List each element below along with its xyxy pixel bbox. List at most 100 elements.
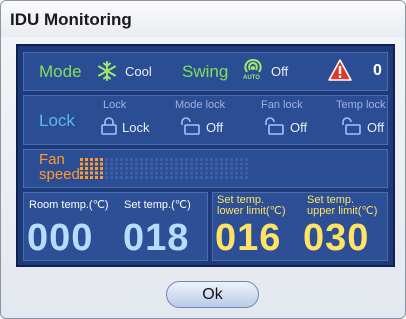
fan-speed-dot: [185, 171, 188, 175]
fan-speed-dot: [95, 167, 98, 170]
fan-speed-dot: [195, 176, 198, 179]
lock-value: Lock: [122, 120, 150, 135]
mode-label: Mode: [39, 62, 82, 81]
fan-speed-dot: [125, 176, 128, 179]
fan-speed-dot: [140, 162, 143, 166]
fan-speed-dot: [115, 167, 118, 170]
fan-speed-dot: [205, 162, 208, 166]
fan-speed-dot: [220, 171, 223, 175]
fan-speed-dot: [245, 158, 248, 161]
fan-speed-dot: [105, 167, 108, 170]
fan-speed-dot: [235, 171, 238, 175]
fan-speed-dot: [80, 162, 83, 166]
fan-speed-dot: [205, 176, 208, 179]
fan-speed-dot: [240, 171, 243, 175]
mode-lock-header: Mode lock: [175, 99, 226, 111]
fan-speed-dot: [190, 158, 193, 161]
fan-speed-dot: [150, 176, 153, 179]
fan-speed-dot: [130, 176, 133, 179]
fan-speed-dot: [160, 162, 163, 166]
fan-speed-dot: [210, 176, 213, 179]
fan-speed-dot: [190, 176, 193, 179]
fan-speed-dot: [145, 167, 148, 170]
fan-speed-row: Fan speed: [23, 149, 388, 188]
fan-speed-dot: [160, 158, 163, 161]
lower-limit-value: 016: [215, 217, 282, 259]
fan-speed-dot: [195, 162, 198, 166]
fan-speed-dot: [180, 176, 183, 179]
ok-button[interactable]: Ok: [166, 281, 259, 308]
fan-speed-dot: [100, 171, 103, 175]
fan-speed-dot: [140, 171, 143, 175]
fan-speed-dot: [175, 176, 178, 179]
fan-speed-dot: [230, 162, 233, 166]
fan-speed-dot: [155, 158, 158, 161]
fan-speed-dot: [135, 167, 138, 170]
fan-speed-dot: [150, 167, 153, 170]
fan-speed-dot: [175, 158, 178, 161]
fan-speed-dot: [110, 176, 113, 179]
fan-speed-dot: [125, 158, 128, 161]
fan-speed-dot: [165, 158, 168, 161]
fan-speed-dot: [205, 158, 208, 161]
fan-speed-dot: [135, 171, 138, 175]
mode-row: Mode Cool Swing AUTO Off 0: [23, 52, 388, 91]
fan-speed-dot: [80, 167, 83, 170]
fan-speed-meter: [80, 158, 248, 179]
fan-speed-dot: [100, 176, 103, 179]
fan-speed-dot: [120, 158, 123, 161]
monitoring-panel: Mode Cool Swing AUTO Off 0 Lock Lock Loc…: [16, 44, 395, 267]
fan-speed-dot: [150, 171, 153, 175]
snowflake-icon: [96, 60, 118, 87]
fan-speed-dot: [155, 171, 158, 175]
fan-speed-dot: [105, 162, 108, 166]
title-bar[interactable]: IDU Monitoring: [1, 1, 405, 37]
fan-speed-dot: [200, 171, 203, 175]
lock-icon: [100, 117, 118, 140]
fan-speed-dot: [170, 158, 173, 161]
idu-monitoring-dialog: IDU Monitoring Mode Cool Swing AUTO Off …: [0, 0, 406, 319]
fan-speed-dot: [120, 171, 123, 175]
fan-lock-header: Fan lock: [261, 99, 303, 111]
fan-speed-dot: [225, 176, 228, 179]
fan-speed-dot: [135, 162, 138, 166]
fan-speed-dot: [105, 158, 108, 161]
fan-speed-dot: [200, 167, 203, 170]
fan-speed-dot: [225, 162, 228, 166]
fan-speed-dot: [95, 171, 98, 175]
fan-speed-dot: [155, 167, 158, 170]
fan-speed-dot: [170, 176, 173, 179]
fan-speed-dot: [150, 158, 153, 161]
lock-row: Lock Lock Lock Mode lock Off Fan lock Of…: [23, 95, 388, 145]
fan-speed-dot: [115, 162, 118, 166]
swing-value: Off: [271, 64, 289, 79]
fan-speed-dot: [120, 176, 123, 179]
fan-speed-dot: [220, 158, 223, 161]
fan-speed-dot: [175, 171, 178, 175]
fan-speed-dot: [185, 162, 188, 166]
fan-speed-dot: [85, 171, 88, 175]
fan-speed-dot: [140, 167, 143, 170]
auto-icon-text: AUTO: [243, 75, 260, 81]
fan-speed-dot: [215, 176, 218, 179]
fan-speed-dot: [110, 167, 113, 170]
fan-speed-dot: [190, 167, 193, 170]
fan-speed-dot: [90, 167, 93, 170]
fan-speed-dot: [95, 176, 98, 179]
fan-speed-dot: [180, 167, 183, 170]
fan-speed-dot: [85, 162, 88, 166]
fan-speed-dot: [140, 158, 143, 161]
fan-speed-dot: [110, 158, 113, 161]
fan-speed-dot: [230, 167, 233, 170]
temp-limits-box: Set temp. lower limit(℃) Set temp. upper…: [212, 192, 388, 261]
auto-swing-icon: AUTO: [241, 58, 265, 84]
fan-speed-label-line1: Fan: [39, 151, 65, 168]
fan-speed-dot: [95, 158, 98, 161]
mode-value: Cool: [125, 64, 152, 79]
fan-speed-dot: [215, 158, 218, 161]
fan-speed-dot: [225, 158, 228, 161]
fan-speed-dot: [130, 171, 133, 175]
fan-speed-dot: [190, 171, 193, 175]
fan-speed-dot: [125, 167, 128, 170]
fan-speed-dot: [145, 158, 148, 161]
